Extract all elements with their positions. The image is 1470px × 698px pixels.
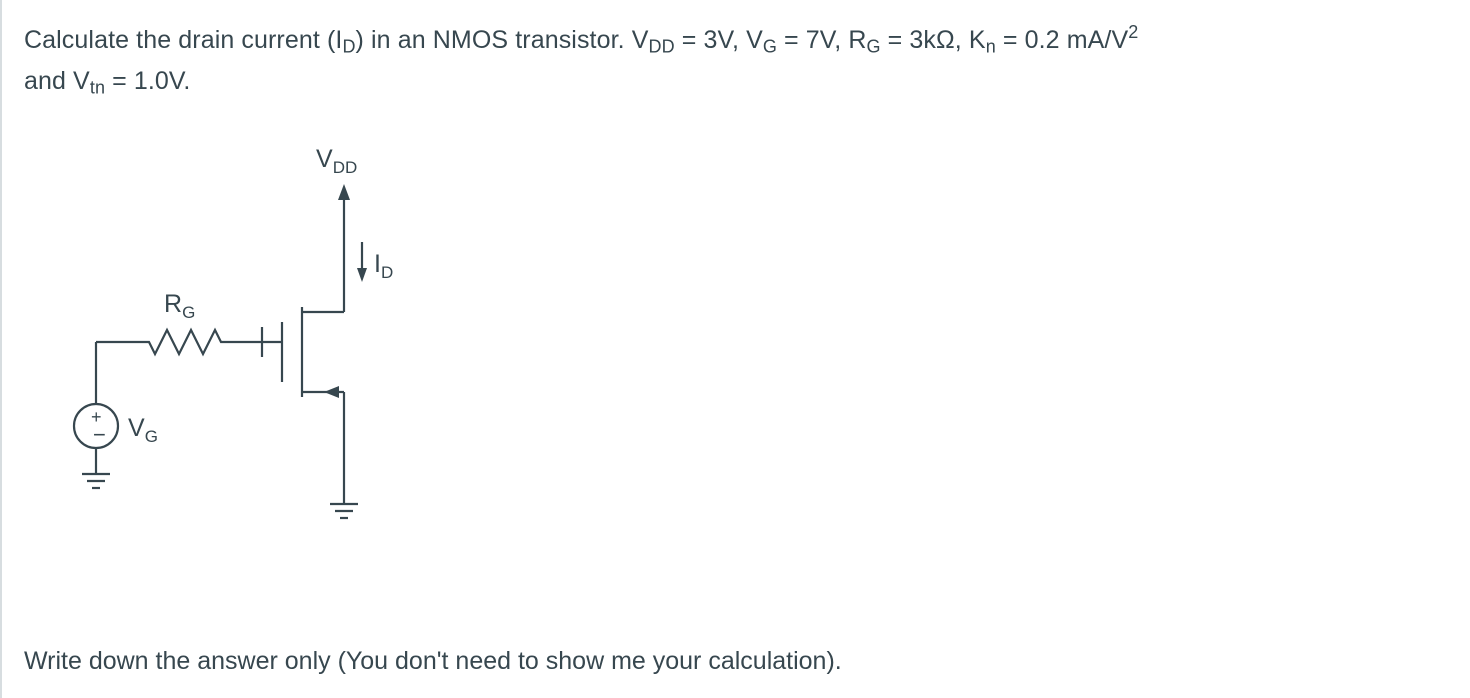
circuit-diagram: VDD ID RG [24, 142, 1440, 567]
vdd-label: VDD [316, 145, 357, 177]
q-text: = 0.2 mA/V [996, 26, 1128, 54]
question-text: Calculate the drain current (ID) in an N… [24, 18, 1440, 102]
rg-label: RG [164, 290, 195, 322]
diagram-svg: VDD ID RG [24, 142, 424, 562]
q-text: = 1.0V. [105, 67, 190, 95]
q-sub: tn [90, 78, 105, 98]
q-text: = 3kΩ, K [881, 26, 986, 54]
q-text: = 7V, R [777, 26, 867, 54]
q-line2: and Vtn = 1.0V. [24, 67, 190, 95]
q-text: Calculate the drain current (I [24, 26, 342, 54]
q-sup: 2 [1128, 22, 1138, 42]
q-sub: G [763, 36, 777, 56]
q-text: and V [24, 67, 90, 95]
q-line1: Calculate the drain current (ID) in an N… [24, 26, 1138, 54]
minus-sign: − [93, 422, 106, 447]
q-text: = 3V, V [675, 26, 763, 54]
answer-instruction: Write down the answer only (You don't ne… [24, 647, 842, 676]
id-label: ID [374, 250, 393, 282]
q-sub: n [986, 36, 996, 56]
vg-label: VG [128, 414, 158, 446]
q-sub: DD [649, 36, 675, 56]
q-sub: D [342, 36, 355, 56]
question-page: Calculate the drain current (ID) in an N… [0, 0, 1470, 698]
q-sub: G [867, 36, 881, 56]
q-text: ) in an NMOS transistor. V [356, 26, 649, 54]
